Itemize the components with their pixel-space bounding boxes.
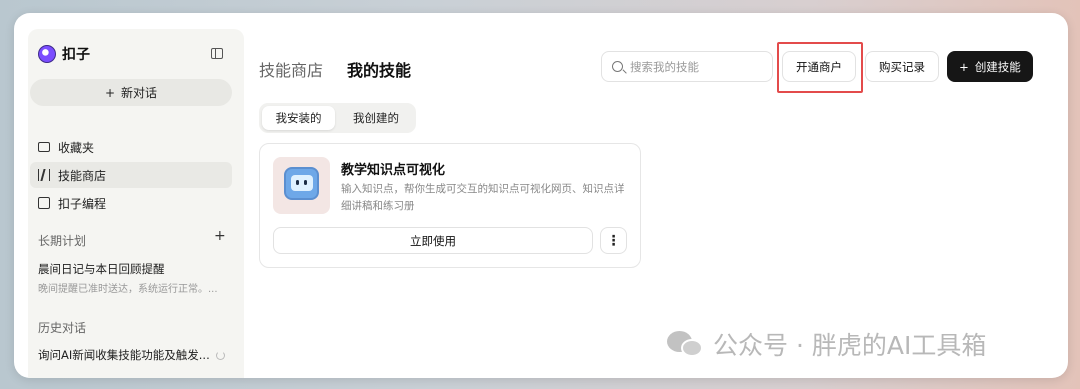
search-input[interactable]: [630, 59, 760, 74]
tab-my-skills[interactable]: 我的技能: [347, 57, 411, 81]
add-plan-icon[interactable]: +: [214, 228, 226, 244]
watermark-text: 公众号 · 胖虎的AI工具箱: [713, 331, 987, 360]
folder-icon: [38, 142, 50, 152]
sidebar-item-favorites[interactable]: 收藏夹: [30, 134, 232, 160]
tab-installed[interactable]: 我安装的: [262, 106, 335, 130]
use-now-button[interactable]: 立即使用: [273, 227, 593, 254]
sidebar: 扣子 + 新对话 收藏夹 技能商店 扣子编程 长期计划 + 晨间日记与本日回顾提…: [28, 29, 244, 378]
purchase-records-button[interactable]: 购买记录: [865, 51, 939, 82]
new-chat-label: 新对话: [121, 86, 158, 100]
search-icon: [612, 61, 623, 72]
sidebar-item-label: 扣子编程: [58, 196, 107, 211]
open-merchant-button[interactable]: 开通商户: [782, 51, 856, 82]
sidebar-item-skill-store[interactable]: 技能商店: [30, 162, 232, 188]
skill-thumbnail: [273, 157, 330, 214]
sidebar-item-label: 技能商店: [58, 168, 107, 183]
sidebar-item-coze-coding[interactable]: 扣子编程: [30, 190, 232, 216]
app-window: 扣子 + 新对话 收藏夹 技能商店 扣子编程 长期计划 + 晨间日记与本日回顾提…: [14, 13, 1068, 378]
skill-title: 教学知识点可视化: [341, 163, 446, 178]
code-file-icon: [38, 197, 50, 209]
brand-name: 扣子: [62, 47, 90, 63]
plus-icon: +: [104, 85, 116, 100]
skill-description: 输入知识点，帮你生成可交互的知识点可视化网页、知识点详细讲稿和练习册: [341, 183, 625, 212]
create-skill-label: 创建技能: [974, 59, 1021, 74]
books-icon: [38, 169, 50, 181]
watermark: 公众号 · 胖虎的AI工具箱: [667, 326, 986, 362]
loading-spinner-icon: [216, 351, 225, 360]
wechat-icon: [667, 329, 705, 359]
plan-item-subtitle: 晚间提醒已准时送达，系统运行正常。...: [38, 284, 218, 295]
coze-logo-icon: [38, 45, 56, 63]
plan-item-title[interactable]: 晨间日记与本日回顾提醒: [38, 261, 228, 277]
history-item[interactable]: 询问AI新闻收集技能功能及触发...: [38, 347, 214, 363]
brand[interactable]: 扣子: [38, 44, 90, 64]
search-box[interactable]: [601, 51, 773, 82]
history-title: 历史对话: [38, 321, 87, 335]
create-skill-button[interactable]: + 创建技能: [947, 51, 1033, 82]
tab-created[interactable]: 我创建的: [339, 106, 413, 130]
tab-skill-store[interactable]: 技能商店: [259, 57, 323, 81]
skill-filter-segment: 我安装的 我创建的: [259, 103, 416, 133]
plus-icon: +: [959, 59, 969, 74]
skill-card[interactable]: 教学知识点可视化 输入知识点，帮你生成可交互的知识点可视化网页、知识点详细讲稿和…: [259, 143, 641, 268]
new-chat-button[interactable]: + 新对话: [30, 79, 232, 106]
collapse-sidebar-icon[interactable]: [211, 48, 223, 59]
robot-icon: [284, 167, 319, 200]
sidebar-item-label: 收藏夹: [58, 140, 95, 155]
long-term-plan-title: 长期计划: [38, 234, 87, 248]
more-options-button[interactable]: ⋮: [600, 227, 627, 254]
